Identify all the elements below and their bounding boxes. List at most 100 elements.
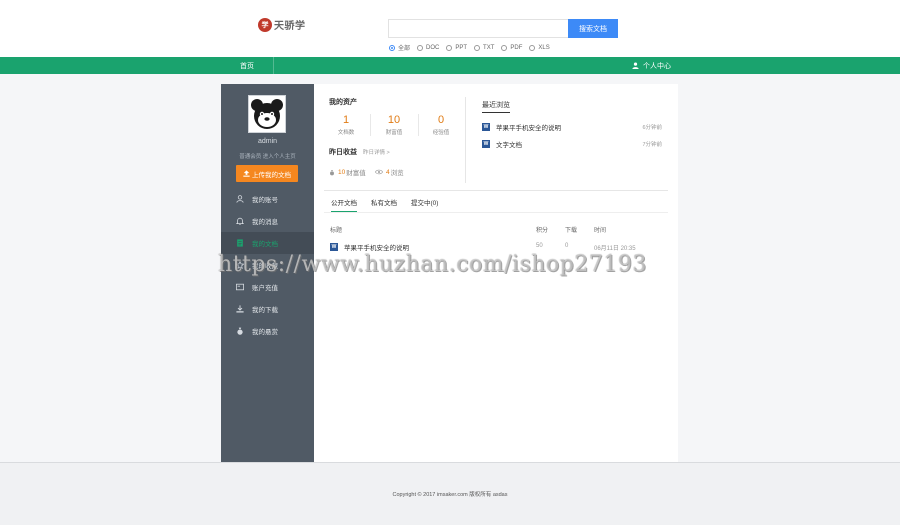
sidebar-item-recharge[interactable]: 账户充值 (221, 276, 314, 298)
sidebar-item-label: 我的文档 (252, 241, 278, 248)
column-header-downloads: 下载 (565, 228, 578, 234)
filter-label: XLS (538, 44, 550, 51)
stat-label: 经验值 (432, 130, 450, 136)
money-bag-icon (235, 326, 245, 336)
top-header: 学 天骄学 搜索文档 全部 DOC PPT TXT PDF XLS (0, 0, 900, 57)
username: admin (257, 138, 278, 145)
stat-value: 0 (437, 114, 445, 126)
recent-item-time: 7分钟前 (642, 142, 662, 148)
wallet-icon (235, 282, 245, 292)
yesterday-earnings-title: 昨日收益 (329, 149, 357, 156)
radio-icon[interactable] (501, 44, 508, 51)
radio-icon[interactable] (417, 44, 424, 51)
stat-wealth: 10 财富值 (372, 114, 416, 136)
tab-public-documents[interactable]: 公开文档 (331, 197, 357, 212)
user-icon (235, 194, 245, 204)
filter-pdf[interactable]: PDF (501, 44, 523, 51)
logo-icon: 学 (258, 17, 272, 32)
stat-documents: 1 文档数 (324, 114, 368, 136)
sidebar-item-rewards[interactable]: 我的悬赏 (221, 320, 314, 342)
sidebar-item-label: 账户充值 (252, 285, 278, 292)
filter-label: 全部 (398, 46, 411, 52)
footer: Copyright © 2017 imsaker.com 版权所有 asdas (0, 462, 900, 525)
file-type-filter: 全部 DOC PPT TXT PDF XLS (389, 43, 557, 52)
word-file-icon: W (482, 140, 490, 148)
table-row[interactable]: W 苹果平手机安全的说明 (330, 242, 409, 252)
filter-label: TXT (483, 44, 495, 51)
column-header-title: 标题 (330, 228, 343, 234)
sidebar-item-label: 我的消息 (252, 219, 278, 226)
site-logo[interactable]: 学 天骄学 (258, 17, 306, 32)
sidebar-item-label: 我的账号 (252, 197, 278, 204)
upload-document-button[interactable]: 上传我的文档 (236, 165, 298, 182)
filter-doc[interactable]: DOC (417, 44, 440, 51)
tab-underline (324, 212, 668, 213)
filter-all[interactable]: 全部 (389, 43, 410, 52)
views-label: 浏览 (390, 170, 404, 177)
search-button[interactable]: 搜索文档 (568, 19, 618, 38)
column-header-time: 时间 (594, 228, 607, 234)
radio-selected-icon[interactable] (389, 44, 395, 51)
wealth-value: 10 (338, 168, 346, 176)
divider (370, 114, 371, 136)
assets-title: 我的资产 (329, 99, 357, 106)
word-file-icon: W (482, 123, 490, 131)
nav-user-center-link[interactable]: 个人中心 (632, 57, 671, 74)
radio-icon[interactable] (446, 44, 453, 51)
coin-bag-icon (330, 169, 334, 175)
tab-submitting[interactable]: 提交中(0) (411, 197, 438, 212)
document-icon (235, 238, 245, 248)
nav-home-link[interactable]: 首页 (221, 57, 274, 74)
stat-label: 财富值 (385, 130, 403, 136)
filter-txt[interactable]: TXT (474, 44, 495, 51)
stat-value: 1 (342, 114, 350, 126)
main-nav: 首页 个人中心 (0, 57, 900, 74)
filter-xls[interactable]: XLS (529, 44, 550, 51)
recent-item-title: 苹果平手机安全的说明 (496, 125, 561, 132)
yesterday-wealth: 10 财富值 (329, 167, 366, 177)
recent-item[interactable]: W 文字文档 7分钟前 (482, 139, 662, 149)
member-level-link[interactable]: 普通会员 进入个人主页 (221, 152, 314, 160)
radio-icon[interactable] (529, 44, 536, 51)
recent-item-time: 6分钟前 (642, 125, 662, 131)
filter-label: PDF (510, 44, 523, 51)
tab-private-documents[interactable]: 私有文档 (371, 197, 397, 212)
sidebar-item-account[interactable]: 我的账号 (221, 188, 314, 210)
radio-icon[interactable] (474, 44, 481, 51)
recent-views-title: 最近浏览 (482, 100, 510, 113)
bell-icon (235, 216, 245, 226)
sidebar-item-label: 我的悬赏 (252, 329, 278, 336)
wealth-label: 财富值 (346, 170, 366, 177)
upload-icon (243, 170, 250, 177)
recent-item[interactable]: W 苹果平手机安全的说明 6分钟前 (482, 122, 662, 132)
sidebar-item-downloads[interactable]: 我的下载 (221, 298, 314, 320)
download-icon (235, 304, 245, 314)
document-title: 苹果平手机安全的说明 (344, 245, 409, 252)
eye-icon (375, 169, 383, 175)
views-value: 4 (386, 168, 390, 176)
recent-item-title: 文字文档 (496, 142, 522, 149)
filter-ppt[interactable]: PPT (446, 44, 468, 51)
section-divider (324, 190, 668, 191)
filter-label: DOC (426, 44, 440, 51)
document-points: 50 (536, 243, 543, 249)
sidebar-item-documents[interactable]: 我的文档 (221, 232, 314, 254)
sidebar-item-label: 我的下载 (252, 307, 278, 314)
watermark-text: https://www.huzhan.com/ishop27193 (218, 252, 647, 277)
yesterday-details-link[interactable]: 昨日详情 > (363, 148, 390, 156)
document-time: 06月11日 20:35 (594, 246, 636, 252)
avatar[interactable] (248, 95, 286, 133)
copyright-text: Copyright © 2017 imsaker.com 版权所有 asdas (392, 492, 508, 498)
upload-label: 上传我的文档 (252, 171, 291, 179)
word-file-icon: W (330, 243, 338, 251)
nav-user-center-label: 个人中心 (643, 62, 671, 70)
sidebar-item-messages[interactable]: 我的消息 (221, 210, 314, 232)
stat-experience: 0 经验值 (419, 114, 463, 136)
filter-label: PPT (455, 44, 468, 51)
bear-avatar-icon (251, 99, 283, 129)
yesterday-views: 4 浏览 (375, 167, 404, 177)
document-downloads: 0 (565, 243, 569, 249)
section-divider (465, 97, 466, 183)
logo-text: 天骄学 (274, 21, 306, 32)
search-input[interactable] (388, 19, 568, 38)
